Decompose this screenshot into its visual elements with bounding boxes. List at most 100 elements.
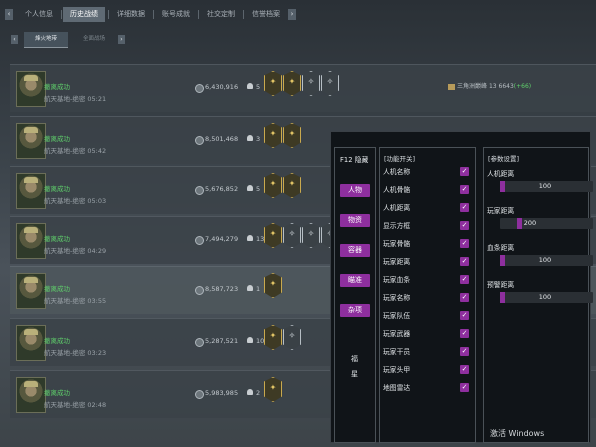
- map-and-time: 航天基地-绝密 02:48: [44, 401, 107, 409]
- loot-value: 6,430,916: [205, 83, 239, 91]
- skull-icon: [247, 185, 253, 191]
- medal-glyph-icon: ✧: [307, 77, 315, 86]
- operator-avatar: [16, 123, 46, 159]
- medal-glyph-icon: ✧: [288, 229, 296, 238]
- feature-checkbox[interactable]: ✓: [460, 383, 469, 392]
- category-button[interactable]: 物资: [340, 214, 370, 227]
- medal-glyph-icon: ✧: [326, 77, 334, 86]
- tab-5[interactable]: 信誉档案: [245, 7, 287, 22]
- slider-knob[interactable]: [500, 181, 505, 192]
- feature-label: 玩家骨骼: [383, 240, 411, 248]
- medal-icon: ✦: [283, 173, 301, 198]
- feature-checkbox[interactable]: ✓: [460, 239, 469, 248]
- medal-icon: ✦: [283, 123, 301, 148]
- map-and-time: 航天基地-绝密 05:03: [44, 197, 107, 205]
- medal-icon: ✧: [302, 223, 320, 248]
- param-label: 玩家距离: [487, 207, 515, 215]
- feature-label: 玩家距离: [383, 258, 411, 266]
- chevron-right-icon[interactable]: ›: [288, 9, 296, 20]
- loot-value: 5,287,521: [205, 337, 239, 345]
- feature-label: 人机名称: [383, 168, 411, 176]
- medal-glyph-icon: ✦: [269, 77, 277, 86]
- feature-checkbox[interactable]: ✓: [460, 329, 469, 338]
- coin-icon: [195, 236, 204, 245]
- param-slider[interactable]: 100: [500, 292, 593, 303]
- feature-checkbox[interactable]: ✓: [460, 257, 469, 266]
- extract-status: 撤离成功: [44, 185, 70, 193]
- medal-glyph-icon: ✦: [288, 179, 296, 188]
- feature-checkbox[interactable]: ✓: [460, 347, 469, 356]
- extract-status: 撤离成功: [44, 337, 70, 345]
- category-column: F12 隐藏 人物 物资 容器 瞄准 杂项 福 星: [334, 147, 376, 443]
- chevron-left-icon[interactable]: ‹: [5, 9, 13, 20]
- loot-value: 5,983,985: [205, 389, 239, 397]
- coin-icon: [195, 338, 204, 347]
- loot-value: 5,676,852: [205, 185, 239, 193]
- side-text-1: 福: [351, 355, 358, 363]
- operator-avatar: [16, 223, 46, 259]
- category-button[interactable]: 瞄准: [340, 274, 370, 287]
- operator-avatar: [16, 71, 46, 107]
- feature-label: 人机骨骼: [383, 186, 411, 194]
- extract-status: 撤离成功: [44, 83, 70, 91]
- mode-tab-0[interactable]: 烽火地带: [24, 32, 68, 48]
- map-and-time: 航天基地-绝密 05:21: [44, 95, 107, 103]
- feature-checkbox[interactable]: ✓: [460, 203, 469, 212]
- sub-chevron-left-icon[interactable]: ‹: [11, 35, 18, 44]
- tab-0[interactable]: 个人信息: [18, 7, 60, 22]
- feature-label: 玩家干员: [383, 348, 411, 356]
- param-slider[interactable]: 100: [500, 255, 593, 266]
- tab-separator: [61, 10, 62, 19]
- feature-checkbox[interactable]: ✓: [460, 365, 469, 374]
- features-title: [功能开关]: [384, 155, 416, 163]
- coin-icon: [195, 136, 204, 145]
- coin-icon: [195, 286, 204, 295]
- medal-icon: ✦: [264, 71, 282, 96]
- kill-count: 5: [256, 185, 261, 193]
- rank-name: 三角洲巅峰: [457, 83, 488, 90]
- medal-glyph-icon: ✦: [288, 129, 296, 138]
- medal-icon: ✧: [283, 223, 301, 248]
- sub-chevron-right-icon[interactable]: ›: [118, 35, 125, 44]
- category-button[interactable]: 杂项: [340, 304, 370, 317]
- rank-delta: (+66): [513, 83, 532, 90]
- operator-avatar: [16, 377, 46, 413]
- param-slider[interactable]: 100: [500, 181, 593, 192]
- tab-4[interactable]: 社交定制: [200, 7, 242, 22]
- coin-icon: [195, 390, 204, 399]
- medal-icon: ✦: [264, 377, 282, 402]
- params-title: [参数设置]: [488, 155, 520, 163]
- feature-checkbox[interactable]: ✓: [460, 311, 469, 320]
- loot-value: 8,501,468: [205, 135, 239, 143]
- feature-checkbox[interactable]: ✓: [460, 185, 469, 194]
- category-button[interactable]: 人物: [340, 184, 370, 197]
- tab-1[interactable]: 历史战绩: [63, 7, 105, 22]
- rank-icon: [448, 83, 455, 90]
- tab-3[interactable]: 账号成就: [155, 7, 197, 22]
- match-row[interactable]: 撤离成功 航天基地-绝密 05:21 6,430,916 5 ✦ ✦ ✧ ✧ 三角洲巅峰 13 …: [10, 64, 596, 112]
- param-slider[interactable]: 200: [500, 218, 593, 229]
- loot-value: 7,494,279: [205, 235, 239, 243]
- slider-value: 100: [538, 293, 552, 301]
- feature-checkbox[interactable]: ✓: [460, 293, 469, 302]
- medal-glyph-icon: ✦: [269, 129, 277, 138]
- extract-status: 撤离成功: [44, 135, 70, 143]
- feature-label: 玩家武器: [383, 330, 411, 338]
- medal-icon: ✦: [264, 325, 282, 350]
- mode-tab-1[interactable]: 全面战场: [72, 32, 116, 47]
- feature-checkbox[interactable]: ✓: [460, 167, 469, 176]
- param-label: 人机距离: [487, 170, 515, 178]
- feature-checkbox[interactable]: ✓: [460, 275, 469, 284]
- tab-2[interactable]: 详细数据: [110, 7, 152, 22]
- medal-icon: ✧: [321, 71, 339, 96]
- category-button[interactable]: 容器: [340, 244, 370, 257]
- feature-checkbox[interactable]: ✓: [460, 221, 469, 230]
- skull-icon: [247, 337, 253, 343]
- medal-icon: ✦: [283, 71, 301, 96]
- top-nav: ‹ 个人信息 历史战绩 详细数据 账号成就 社交定制 信誉档案 ›: [0, 0, 596, 26]
- slider-knob[interactable]: [500, 255, 505, 266]
- kill-count: 5: [256, 83, 261, 91]
- slider-knob[interactable]: [500, 292, 505, 303]
- kill-count: 2: [256, 389, 261, 397]
- medal-glyph-icon: ✧: [288, 331, 296, 340]
